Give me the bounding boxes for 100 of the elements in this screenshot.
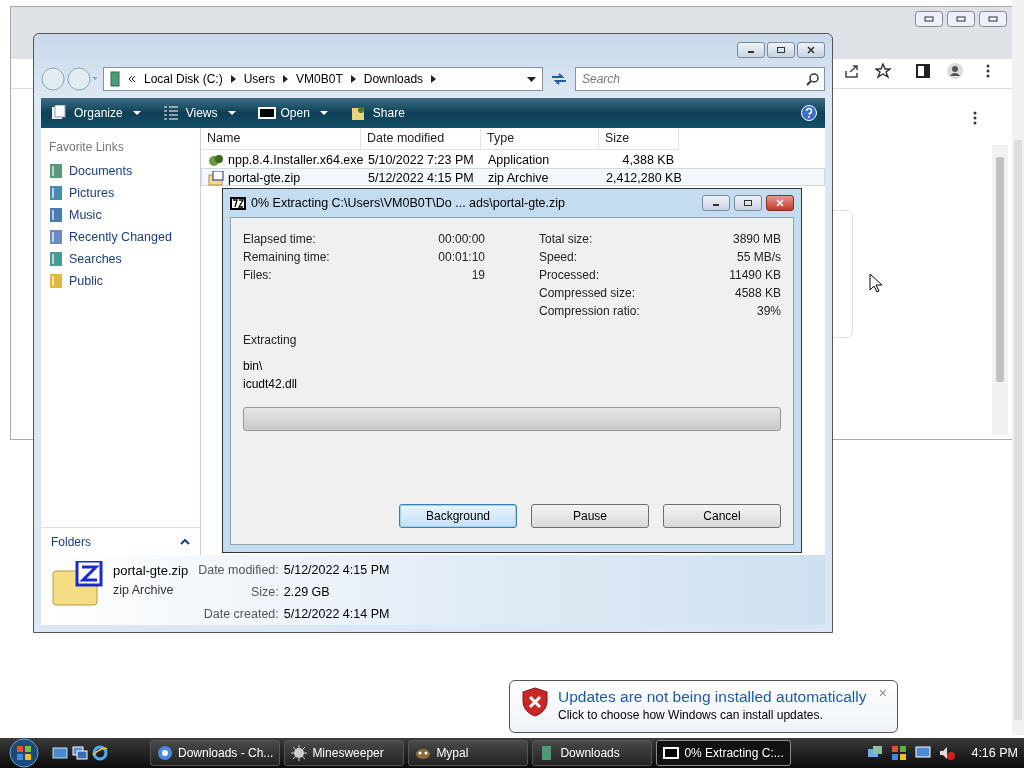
field-value: 5/12/2022 4:14 PM — [283, 605, 390, 623]
sidebar-icon[interactable] — [915, 63, 931, 79]
folder-icon — [49, 251, 63, 267]
close-button[interactable] — [766, 195, 794, 211]
folder-icon — [110, 71, 120, 87]
stat-label: Speed: — [539, 249, 578, 266]
table-cell-text: 2,412,280 KB — [605, 170, 680, 187]
taskbar-button[interactable]: Minesweeper — [284, 740, 405, 766]
file-name: icudt42.dll — [243, 376, 299, 393]
maximize-button[interactable] — [767, 42, 795, 58]
minimize-button[interactable] — [702, 195, 730, 211]
field-label: Date modified: — [198, 562, 279, 579]
organize-icon — [51, 105, 69, 121]
folder-icon — [49, 163, 63, 179]
search-box[interactable]: Search — [575, 67, 825, 91]
dialog-button[interactable]: Cancel — [663, 504, 781, 528]
breadcrumb-item[interactable]: Users — [243, 70, 276, 88]
file-row[interactable]: portal-gte.zip 5/12/2022 4:15 PM zip Archive 2,412,280 KB — [201, 168, 825, 186]
nav-link[interactable]: Pictures — [41, 182, 200, 204]
chevron-icon — [128, 75, 136, 83]
zip-icon — [208, 170, 224, 186]
stat-value: 4588 KB — [734, 285, 781, 302]
stat-label: Compression ratio: — [539, 303, 640, 320]
star-icon[interactable] — [875, 63, 891, 79]
table-cell-text: 4,388 KB — [621, 152, 675, 169]
column-header[interactable]: Size — [599, 128, 679, 150]
arrow-right-icon — [283, 75, 289, 83]
nav-link[interactable]: Public — [41, 270, 200, 292]
dropdown-icon[interactable] — [527, 76, 536, 82]
breadcrumb-item[interactable]: Local Disk (C:) — [144, 70, 223, 88]
file-name: portal-gte.zip — [228, 170, 301, 187]
minimize-button[interactable] — [737, 42, 765, 58]
folder-icon — [49, 185, 63, 201]
profile-icon[interactable] — [947, 63, 963, 79]
search-icon[interactable] — [806, 72, 820, 86]
dialog-button[interactable]: Background — [399, 504, 517, 528]
address-bar[interactable]: Local Disk (C:) Users VM0B0T Downloads — [103, 67, 543, 91]
stat-value: 19 — [471, 267, 485, 284]
toolbar-button[interactable]: Share — [347, 102, 407, 124]
table-cell-text: 5/12/2022 4:15 PM — [367, 170, 475, 187]
arrow-right-icon — [350, 75, 356, 83]
toolbar-button[interactable]: Organize — [49, 102, 143, 124]
nav-link[interactable]: Music — [41, 204, 200, 226]
nav-link[interactable]: Documents — [41, 160, 200, 182]
toolbar-button[interactable]: Views — [160, 102, 238, 124]
views-icon — [162, 105, 181, 121]
folder-path: bin\ — [243, 358, 264, 375]
toolbar-button[interactable]: Open — [255, 102, 330, 124]
zip-folder-icon — [51, 561, 103, 607]
shield-error-icon — [522, 687, 548, 717]
stat-label: Files: — [243, 267, 272, 284]
file-name: portal-gte.zip — [113, 562, 189, 580]
stat-value: 00:01:10 — [438, 249, 485, 266]
stat-value: 11490 KB — [729, 267, 781, 284]
close-button[interactable]: × — [878, 687, 887, 699]
nav-link[interactable]: Recently Changed — [41, 226, 200, 248]
taskbar-button[interactable]: 0% Extracting C:... — [656, 740, 791, 766]
security-icon[interactable] — [891, 745, 908, 761]
column-header[interactable]: Date modified — [361, 128, 481, 150]
notification-message: Click to choose how Windows can install updates. — [558, 707, 824, 724]
stat-label: Total size: — [539, 231, 593, 248]
table-cell-text: 5/10/2022 7:23 PM — [367, 152, 475, 169]
table-cell-text: zip Archive — [487, 170, 550, 187]
stat-value: 39% — [756, 303, 781, 320]
mute-icon[interactable] — [939, 745, 956, 761]
notification-title: Updates are not being installed automatically — [558, 687, 867, 706]
taskbar-button[interactable]: Mypal — [408, 740, 529, 766]
file-name: npp.8.4.Installer.x64.exe — [228, 152, 364, 169]
browser-icon[interactable] — [92, 745, 108, 761]
stat-value: 55 MB/s — [737, 249, 781, 266]
stat-value: 00:00:00 — [438, 231, 485, 248]
breadcrumb-item[interactable]: Downloads — [363, 70, 424, 88]
arrow-right-icon — [431, 75, 437, 83]
monitor-icon[interactable] — [915, 745, 932, 761]
stat-label: Compressed size: — [539, 285, 636, 302]
cursor-icon — [869, 273, 883, 293]
column-header[interactable]: Name — [201, 128, 361, 150]
field-label: Size: — [249, 583, 279, 601]
close-button[interactable] — [797, 42, 825, 58]
chevron-up-icon — [180, 538, 190, 545]
desktop-icon[interactable] — [52, 745, 68, 761]
column-header[interactable]: Type — [481, 128, 599, 150]
arrow-right-icon — [230, 75, 236, 83]
file-type: zip Archive — [113, 581, 175, 599]
dialog-button[interactable]: Pause — [531, 504, 649, 528]
nav-link[interactable]: Searches — [41, 248, 200, 270]
taskbar-button[interactable]: Downloads — [532, 740, 653, 766]
status-label: Extracting — [243, 332, 298, 349]
stat-label: Processed: — [539, 267, 600, 284]
clock[interactable]: 4:16 PM — [971, 743, 1018, 763]
circle-icon — [157, 745, 173, 761]
breadcrumb-item[interactable]: VM0B0T — [296, 70, 343, 88]
notification-balloon[interactable]: Updates are not being installed automatically Click to choose how Windows can install updates. × — [509, 680, 898, 733]
windows-icon[interactable] — [72, 745, 88, 761]
share-icon[interactable] — [843, 63, 859, 79]
taskbar-button[interactable]: Downloads - Ch... — [150, 740, 281, 766]
help-icon[interactable] — [801, 105, 817, 121]
maximize-button[interactable] — [734, 195, 762, 211]
file-row[interactable]: npp.8.4.Installer.x64.exe 5/10/2022 7:23 PM Application 4,388 KB — [201, 150, 825, 168]
stat-value: 3890 MB — [732, 231, 781, 248]
